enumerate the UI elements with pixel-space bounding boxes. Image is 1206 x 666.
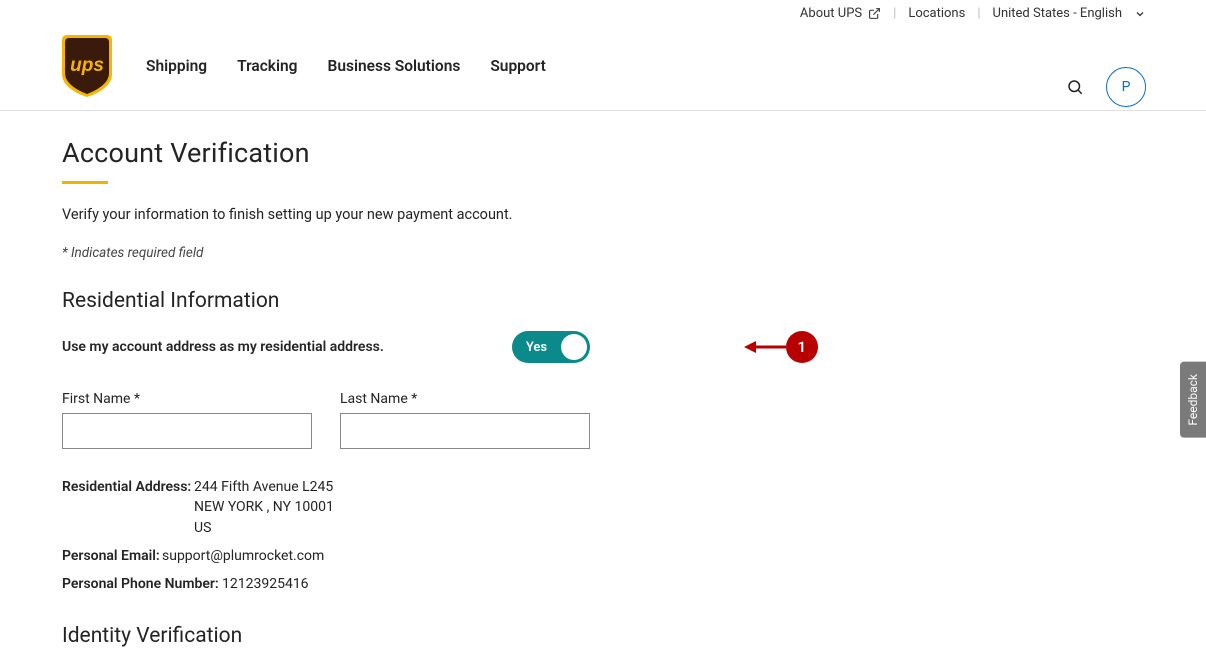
residential-heading: Residential Information [62, 289, 1144, 313]
last-name-input[interactable] [340, 413, 590, 449]
phone-value: 12123925416 [222, 574, 309, 594]
topbar: About UPS | Locations | United States - … [0, 0, 1206, 21]
about-ups-label: About UPS [800, 6, 862, 21]
external-link-icon [868, 7, 881, 20]
first-name-field: First Name * [62, 391, 312, 449]
annotation-badge: 1 [786, 331, 818, 363]
feedback-label: Feedback [1186, 374, 1200, 426]
address-line1: 244 Fifth Avenue L245 [194, 479, 333, 495]
main-nav: Shipping Tracking Business Solutions Sup… [146, 57, 546, 75]
annotation-number: 1 [798, 338, 807, 356]
use-account-address-toggle[interactable]: Yes [512, 331, 590, 363]
last-name-field: Last Name * [340, 391, 590, 449]
toggle-row: Use my account address as my residential… [62, 331, 1144, 363]
ups-logo[interactable]: ups [60, 34, 114, 98]
annotation-callout: 1 [744, 331, 818, 363]
toggle-label: Use my account address as my residential… [62, 339, 384, 355]
separator: | [893, 6, 896, 21]
email-label: Personal Email: [62, 546, 162, 566]
toggle-state-text: Yes [526, 340, 547, 355]
chevron-down-icon [1134, 8, 1146, 20]
address-line3: US [194, 520, 211, 536]
residential-info: Residential Address: 244 Fifth Avenue L2… [62, 477, 1144, 594]
svg-text:ups: ups [70, 55, 104, 76]
required-note: * Indicates required field [62, 245, 1144, 261]
avatar[interactable]: P [1106, 67, 1146, 107]
email-row: Personal Email: support@plumrocket.com [62, 546, 1144, 566]
avatar-initial: P [1122, 79, 1131, 95]
address-value: 244 Fifth Avenue L245 NEW YORK , NY 1000… [194, 477, 334, 538]
intro-text: Verify your information to finish settin… [62, 206, 1144, 223]
page-title: Account Verification [62, 137, 1144, 169]
name-fields-row: First Name * Last Name * [62, 391, 1144, 449]
phone-label: Personal Phone Number: [62, 574, 222, 594]
nav-tracking[interactable]: Tracking [237, 57, 297, 75]
nav-business-solutions[interactable]: Business Solutions [328, 57, 461, 75]
locations-link[interactable]: Locations [908, 6, 965, 21]
header: ups Shipping Tracking Business Solutions… [0, 21, 1206, 111]
title-underline [62, 181, 108, 184]
phone-row: Personal Phone Number: 12123925416 [62, 574, 1144, 594]
search-icon[interactable] [1066, 78, 1084, 96]
address-label: Residential Address: [62, 477, 194, 538]
address-line2: NEW YORK , NY 10001 [194, 499, 334, 515]
locale-label: United States - English [993, 6, 1122, 21]
nav-shipping[interactable]: Shipping [146, 57, 207, 75]
nav-support[interactable]: Support [490, 57, 545, 75]
separator: | [977, 6, 980, 21]
toggle-knob [561, 334, 587, 360]
last-name-label: Last Name * [340, 391, 590, 407]
arrow-left-icon [744, 340, 786, 354]
email-value: support@plumrocket.com [162, 546, 324, 566]
header-right: P [1066, 67, 1146, 107]
address-row: Residential Address: 244 Fifth Avenue L2… [62, 477, 1144, 538]
first-name-label: First Name * [62, 391, 312, 407]
main-content: Account Verification Verify your informa… [0, 111, 1206, 648]
first-name-input[interactable] [62, 413, 312, 449]
feedback-tab[interactable]: Feedback [1180, 362, 1206, 438]
locale-selector[interactable]: United States - English [993, 6, 1146, 21]
identity-heading: Identity Verification [62, 624, 1144, 648]
about-ups-link[interactable]: About UPS [800, 6, 881, 21]
